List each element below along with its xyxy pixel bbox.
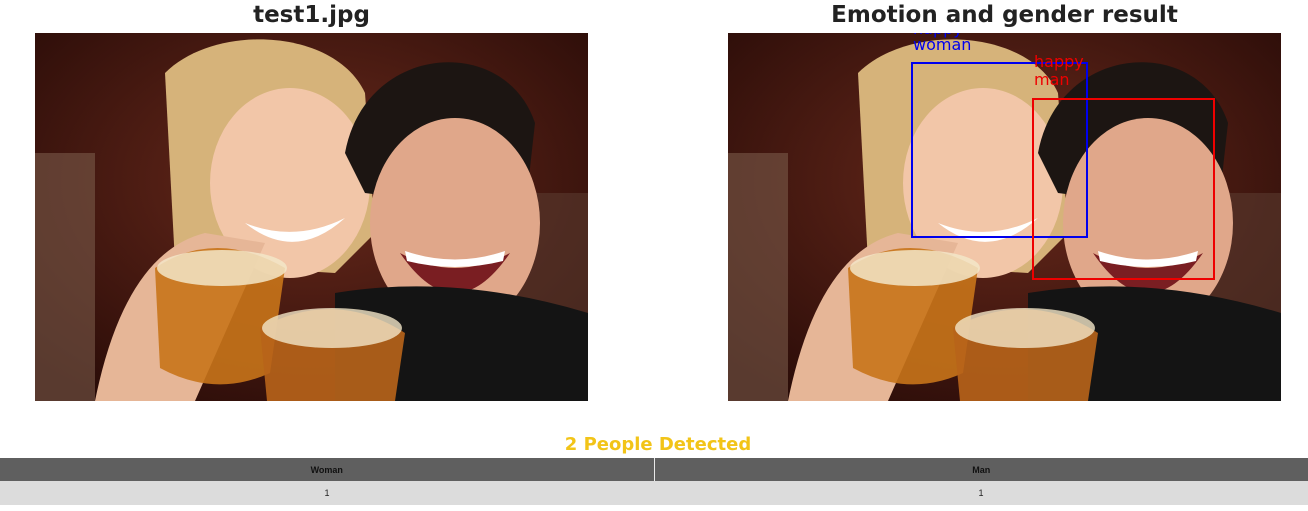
man-emotion-label: happy (1034, 52, 1084, 71)
result-photo: happy woman happy man (728, 33, 1281, 401)
table-header-row: Woman Man (0, 458, 1308, 481)
woman-count-cell: 1 (0, 481, 654, 505)
man-gender-label: man (1034, 70, 1070, 89)
people-detected-summary: 2 People Detected (564, 434, 752, 455)
input-image-title: test1.jpg (253, 2, 370, 28)
woman-gender-label: woman (913, 35, 972, 54)
input-photo (35, 33, 588, 401)
man-count-cell: 1 (654, 481, 1308, 505)
table-row: 1 1 (0, 481, 1308, 505)
column-header-woman: Woman (0, 458, 655, 481)
column-header-man: Man (654, 458, 1308, 481)
results-table: Woman Man 1 1 (0, 458, 1308, 505)
result-image-title: Emotion and gender result (831, 2, 1178, 28)
man-face-box (1032, 98, 1215, 280)
